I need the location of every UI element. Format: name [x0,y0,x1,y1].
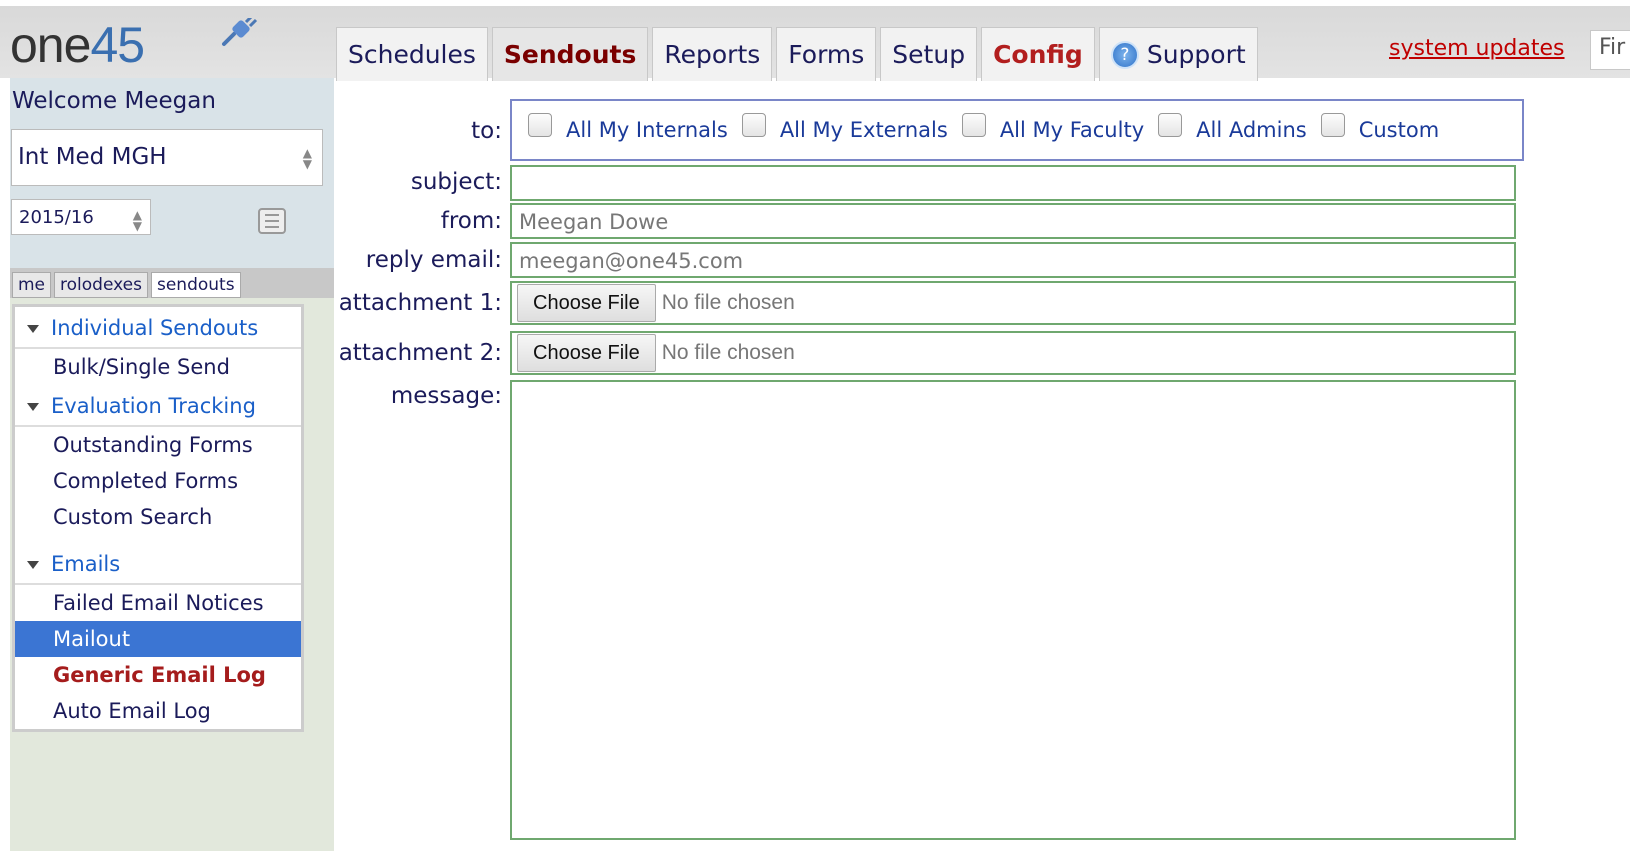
message-label: message: [390,383,502,409]
to-label: to: [471,118,502,144]
sidebar: Welcome Meegan Int Med MGH ▲ ▼ 2015/16 ▲ ▼… [10,78,334,851]
subtab-me[interactable]: me [12,272,52,298]
menu-item-bulk-single-send[interactable]: Bulk/Single Send [15,349,301,385]
logout-button[interactable]: log out [203,18,406,68]
tab-reports[interactable]: Reports [652,27,773,81]
checkbox-all-faculty[interactable] [961,113,986,137]
menu-item-auto-email-log[interactable]: Auto Email Log [15,693,301,729]
tab-setup[interactable]: Setup [880,27,978,81]
tab-support-label: Support [1146,40,1246,69]
label-custom: Custom [1358,118,1440,142]
list-icon[interactable] [258,208,286,234]
program-value: Int Med MGH [18,144,167,170]
updown-icon: ▲ ▼ [132,208,142,233]
sidebar-header: Welcome Meegan Int Med MGH ▲ ▼ 2015/16 ▲ ▼ [10,78,334,268]
year-select[interactable]: 2015/16 ▲ ▼ [11,199,151,235]
subtab-rolodexes[interactable]: rolodexes [54,272,148,298]
checkbox-all-admins[interactable] [1158,113,1183,137]
section-emails[interactable]: Emails [15,543,301,585]
subject-input[interactable] [510,165,1516,201]
system-updates-link[interactable]: system updates [1389,36,1565,61]
menu-item-failed-email-notices[interactable]: Failed Email Notices [15,585,301,621]
sidebar-tabs: me rolodexes sendouts [10,268,334,298]
app-window: one45 log out Schedules Sendouts Reports… [0,0,1630,851]
checkbox-all-internals[interactable] [528,113,552,137]
one45-logo[interactable]: one45 [10,16,145,74]
tab-config[interactable]: Config [981,27,1095,81]
checkbox-custom[interactable] [1320,113,1345,137]
welcome-text: Welcome Meegan [12,88,216,114]
checkbox-all-externals[interactable] [741,113,766,137]
from-label: from: [440,208,502,234]
label-all-faculty: All My Faculty [999,118,1145,142]
message-textarea[interactable] [510,380,1516,840]
label-all-externals: All My Externals [779,118,948,142]
menu-item-outstanding-forms[interactable]: Outstanding Forms [15,427,301,463]
tab-forms[interactable]: Forms [776,27,877,81]
menu-item-completed-forms[interactable]: Completed Forms [15,463,301,499]
tab-schedules[interactable]: Schedules [336,27,488,81]
menu-item-custom-search[interactable]: Custom Search [15,499,301,535]
no-file-text-1: No file chosen [661,291,795,314]
subject-label: subject: [410,169,502,195]
help-icon: ? [1110,40,1139,69]
triangle-down-icon [27,403,39,411]
attachment-2-label: attachment 2: [338,340,502,366]
choose-file-button-2[interactable]: Choose File [517,334,656,372]
no-file-text-2: No file chosen [661,341,795,364]
program-select[interactable]: Int Med MGH ▲ ▼ [11,129,323,186]
tab-support[interactable]: ? Support [1098,27,1258,81]
reply-email-label: reply email: [365,247,502,273]
section-evaluation-tracking[interactable]: Evaluation Tracking [15,385,301,427]
attachment-2-field: Choose File No file chosen [510,331,1516,375]
choose-file-button-1[interactable]: Choose File [517,284,656,322]
updown-icon: ▲ ▼ [302,146,312,171]
label-all-admins: All Admins [1196,118,1307,142]
plug-icon [222,18,258,46]
attachment-1-field: Choose File No file chosen [510,281,1516,325]
find-input[interactable]: Fir [1590,30,1630,70]
label-all-internals: All My Internals [566,118,728,142]
recipients-box: All My Internals All My Externals All My… [510,99,1524,161]
section-individual-sendouts[interactable]: Individual Sendouts [15,307,301,349]
triangle-down-icon [27,561,39,569]
top-bar: one45 log out Schedules Sendouts Reports… [0,0,1630,81]
menu-item-mailout[interactable]: Mailout [15,621,301,657]
menu-item-generic-email-log[interactable]: Generic Email Log [15,657,301,693]
triangle-down-icon [27,325,39,333]
sidebar-menu: Individual Sendouts Bulk/Single Send Eva… [12,304,304,732]
year-value: 2015/16 [19,207,94,228]
tab-sendouts[interactable]: Sendouts [491,27,649,81]
main-tabs: Schedules Sendouts Reports Forms Setup C… [336,27,1262,81]
reply-email-input[interactable]: meegan@one45.com [510,242,1516,278]
from-input[interactable]: Meegan Dowe [510,203,1516,239]
subtab-sendouts[interactable]: sendouts [150,272,241,298]
attachment-1-label: attachment 1: [338,290,502,316]
